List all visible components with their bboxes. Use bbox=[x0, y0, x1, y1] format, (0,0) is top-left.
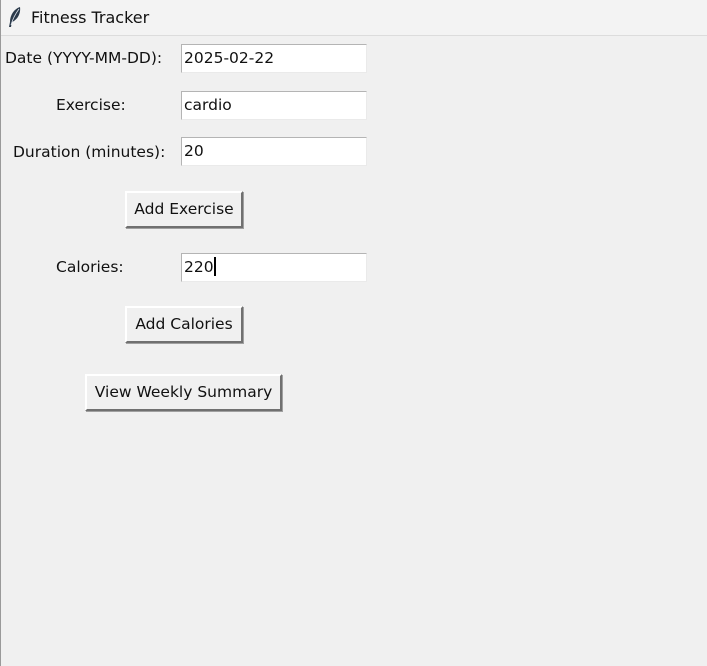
exercise-input[interactable]: cardio bbox=[181, 91, 367, 120]
view-weekly-summary-button[interactable]: View Weekly Summary bbox=[85, 374, 282, 411]
date-input[interactable]: 2025-02-22 bbox=[181, 44, 367, 73]
date-label: Date (YYYY-MM-DD): bbox=[5, 49, 163, 67]
calories-value: 220 bbox=[184, 258, 214, 276]
duration-label: Duration (minutes): bbox=[13, 143, 166, 161]
title-bar: Fitness Tracker bbox=[1, 0, 707, 36]
feather-icon bbox=[7, 6, 23, 28]
calories-label: Calories: bbox=[56, 258, 124, 276]
add-calories-button[interactable]: Add Calories bbox=[125, 306, 243, 343]
add-exercise-button[interactable]: Add Exercise bbox=[125, 191, 243, 228]
app-window: Fitness Tracker Date (YYYY-MM-DD): 2025-… bbox=[0, 0, 707, 666]
text-cursor bbox=[213, 257, 216, 276]
window-title: Fitness Tracker bbox=[31, 8, 150, 27]
exercise-label: Exercise: bbox=[56, 96, 126, 114]
duration-input[interactable]: 20 bbox=[181, 137, 367, 166]
calories-input[interactable]: 220 bbox=[181, 253, 367, 282]
